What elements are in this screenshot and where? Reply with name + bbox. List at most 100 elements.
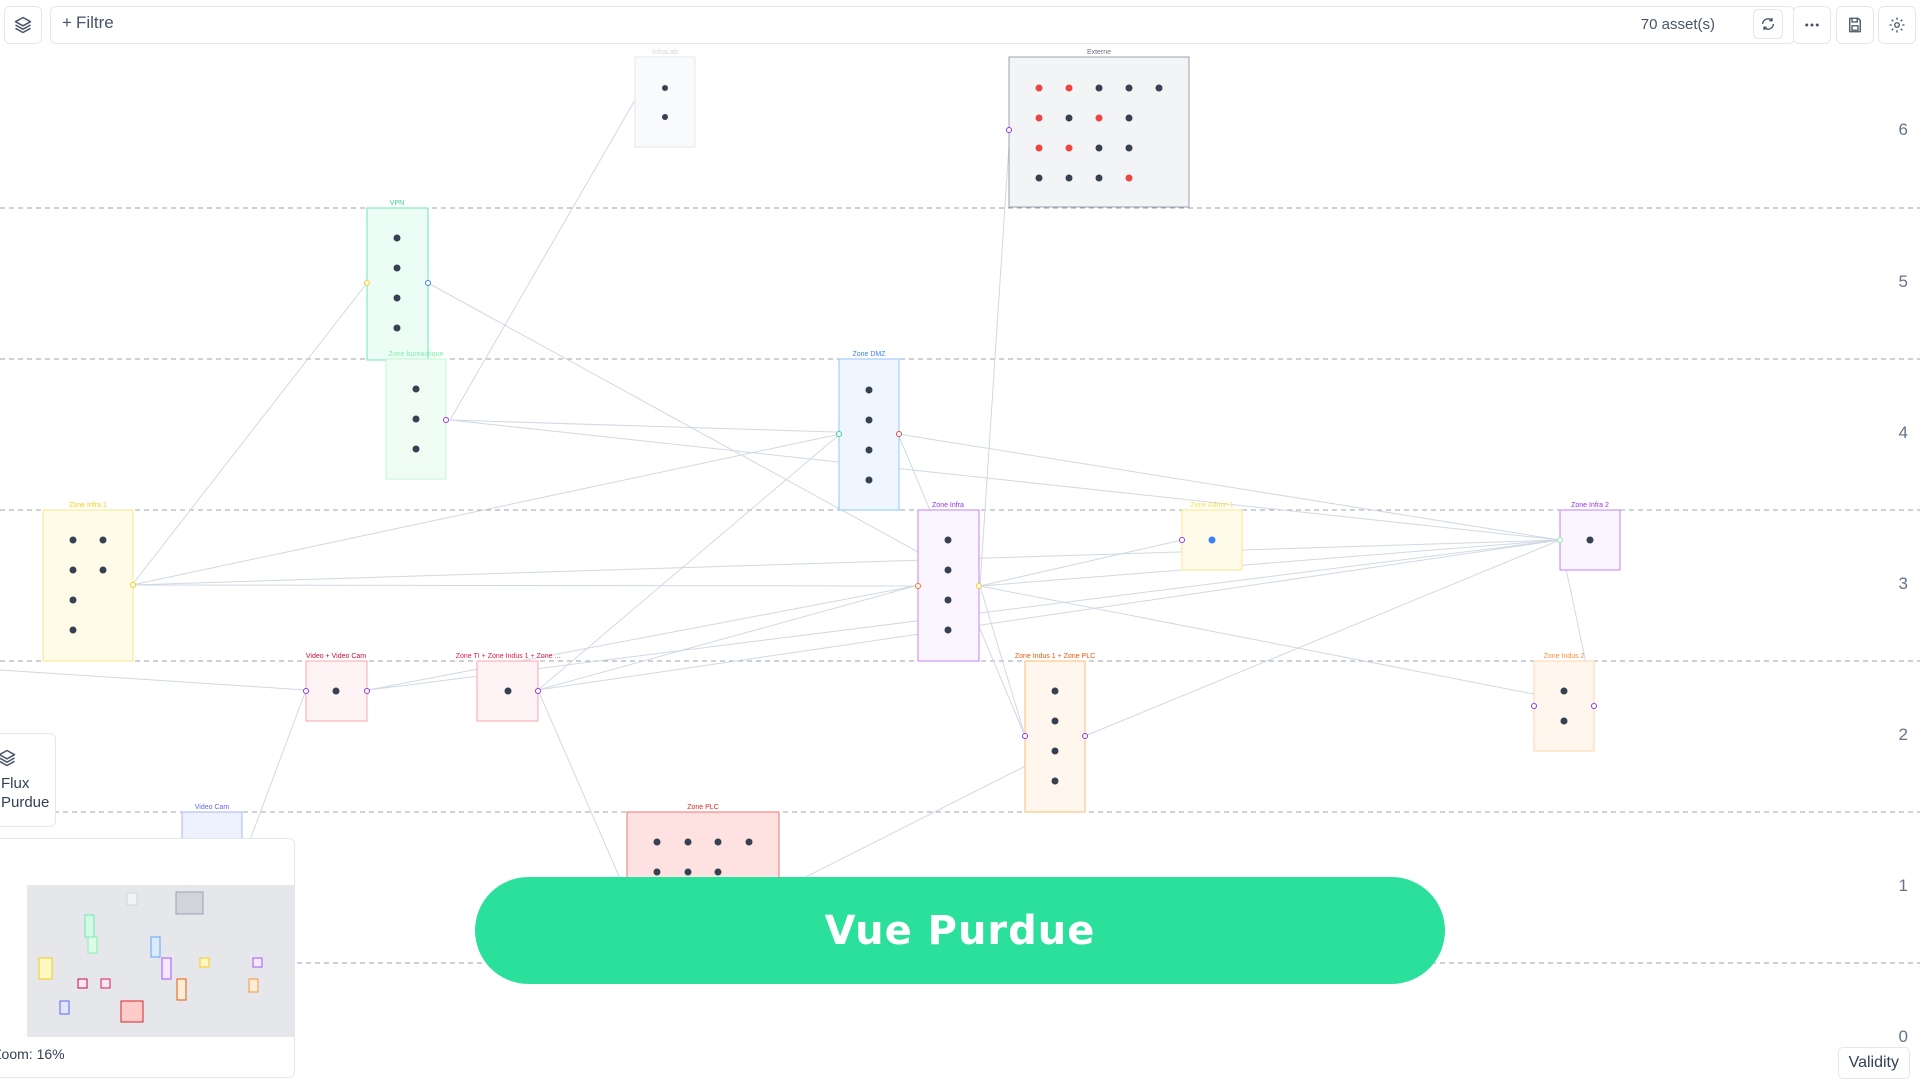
asset-node[interactable] <box>684 838 692 846</box>
asset-node[interactable] <box>865 446 873 454</box>
zone-externe[interactable]: Externe <box>1008 49 1190 208</box>
asset-node[interactable] <box>1155 84 1163 92</box>
asset-node[interactable] <box>1125 84 1133 92</box>
asset-node[interactable] <box>1125 174 1133 182</box>
minimap-viewport[interactable] <box>27 885 295 1037</box>
asset-node[interactable] <box>714 838 722 846</box>
zone-admin[interactable]: Zone Admin 1 <box>1181 502 1243 571</box>
asset-node[interactable] <box>865 386 873 394</box>
asset-node[interactable] <box>504 687 512 695</box>
asset-node[interactable] <box>944 626 952 634</box>
asset-node[interactable] <box>393 324 401 332</box>
asset-node[interactable] <box>1560 717 1568 725</box>
asset-node[interactable] <box>1051 747 1059 755</box>
asset-node[interactable] <box>684 868 692 876</box>
asset-node[interactable] <box>99 536 107 544</box>
zone-dmz[interactable]: Zone DMZ <box>838 351 900 511</box>
zone-port <box>1179 537 1185 543</box>
save-button[interactable] <box>1836 6 1874 44</box>
flow-legend-card[interactable]: Flux Purdue <box>0 733 56 827</box>
zone-infra-2[interactable]: Zone Infra 2 <box>1559 502 1621 571</box>
asset-node[interactable] <box>1051 777 1059 785</box>
asset-node[interactable] <box>1095 174 1103 182</box>
asset-node[interactable] <box>1035 84 1043 92</box>
layers-icon <box>0 749 16 767</box>
layers-button[interactable] <box>4 6 42 44</box>
zone-port <box>443 417 449 423</box>
asset-node[interactable] <box>944 566 952 574</box>
asset-node[interactable] <box>1560 687 1568 695</box>
asset-node[interactable] <box>865 416 873 424</box>
asset-node[interactable] <box>653 838 661 846</box>
asset-node[interactable] <box>1065 144 1073 152</box>
zone-vpn[interactable]: VPN <box>366 200 429 361</box>
zone-port <box>836 431 842 437</box>
asset-nodes[interactable] <box>69 84 1594 876</box>
asset-node[interactable] <box>69 536 77 544</box>
more-horizontal-icon <box>1805 23 1819 27</box>
asset-node[interactable] <box>412 445 420 453</box>
flow-edge <box>979 129 1011 587</box>
asset-node[interactable] <box>393 294 401 302</box>
zone-bureautique[interactable]: Zone bureautique <box>385 351 447 480</box>
asset-node[interactable] <box>412 415 420 423</box>
flow-edge <box>979 539 1183 587</box>
asset-node[interactable] <box>1065 114 1073 122</box>
asset-node[interactable] <box>1095 84 1103 92</box>
asset-node[interactable] <box>69 596 77 604</box>
asset-node[interactable] <box>1065 174 1073 182</box>
settings-button[interactable] <box>1878 6 1916 44</box>
asset-node[interactable] <box>69 566 77 574</box>
zone-port <box>1006 127 1012 133</box>
validity-button[interactable]: Validity <box>1837 1047 1910 1079</box>
asset-node[interactable] <box>1035 114 1043 122</box>
asset-node[interactable] <box>393 264 401 272</box>
asset-node[interactable] <box>1035 144 1043 152</box>
zone-title: Zone PLC <box>687 804 719 811</box>
asset-node[interactable] <box>393 234 401 242</box>
asset-node[interactable] <box>662 85 668 91</box>
flow-edge <box>979 539 1561 587</box>
asset-node[interactable] <box>332 687 340 695</box>
asset-node[interactable] <box>1208 536 1216 544</box>
asset-node[interactable] <box>1095 144 1103 152</box>
asset-node[interactable] <box>662 114 668 120</box>
asset-node[interactable] <box>1065 84 1073 92</box>
zone-infra-1[interactable]: Zone Infra 1 <box>42 502 134 662</box>
zone-video-cam-group[interactable]: Video + Video Cam <box>305 653 368 722</box>
asset-node[interactable] <box>714 868 722 876</box>
zone-ti-group[interactable]: Zone TI + Zone Indus 1 + Zone ... <box>456 653 561 722</box>
asset-node[interactable] <box>69 626 77 634</box>
add-filter-button[interactable]: + Filtre <box>62 13 114 33</box>
zone-infralab[interactable]: InfraLab <box>634 49 696 148</box>
zone-indus-2[interactable]: Zone Indus 2 <box>1533 653 1595 752</box>
asset-node[interactable] <box>412 385 420 393</box>
zone-title: Zone Indus 2 <box>1544 653 1585 660</box>
asset-node[interactable] <box>1125 144 1133 152</box>
asset-node[interactable] <box>1095 114 1103 122</box>
asset-node[interactable] <box>99 566 107 574</box>
asset-node[interactable] <box>1035 174 1043 182</box>
zone-indus-plc[interactable]: Zone Indus 1 + Zone PLC <box>1015 653 1095 813</box>
asset-node[interactable] <box>1125 114 1133 122</box>
minimap-zone <box>161 957 172 980</box>
minimap-zone <box>100 978 111 989</box>
asset-node[interactable] <box>1051 687 1059 695</box>
zoom-indicator: Zoom: 16% <box>0 1046 65 1062</box>
asset-node[interactable] <box>944 536 952 544</box>
zone-infra[interactable]: Zone Infra <box>917 502 980 662</box>
asset-node[interactable] <box>865 476 873 484</box>
more-options-button[interactable] <box>1793 6 1831 44</box>
refresh-button[interactable] <box>1753 9 1783 39</box>
banner-title: Vue Purdue <box>824 907 1096 954</box>
minimap-panel[interactable]: Zoom: 16% <box>0 838 295 1078</box>
purdue-level-label: 4 <box>1898 423 1908 442</box>
asset-node[interactable] <box>653 868 661 876</box>
asset-node[interactable] <box>1586 536 1594 544</box>
asset-node[interactable] <box>1051 717 1059 725</box>
asset-node[interactable] <box>944 596 952 604</box>
zone-title: Externe <box>1087 49 1111 56</box>
refresh-icon <box>1762 18 1774 30</box>
flow-edge <box>0 669 307 691</box>
asset-node[interactable] <box>745 838 753 846</box>
